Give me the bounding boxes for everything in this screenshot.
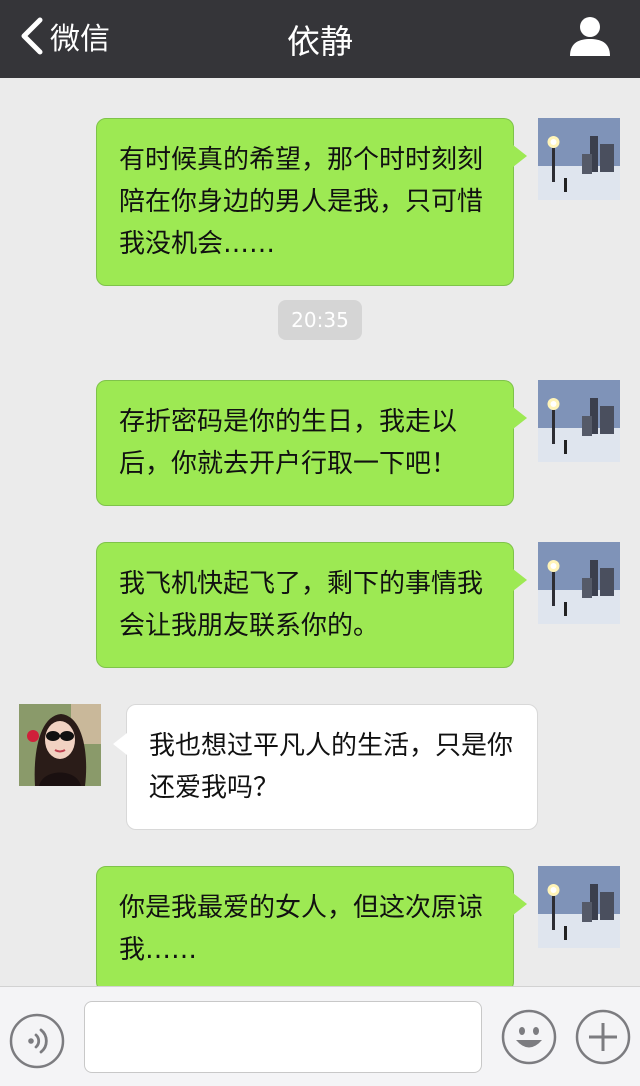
- message-bubble-sent[interactable]: 有时候真的希望，那个时时刻刻陪在你身边的男人是我，只可惜我没机会……: [96, 118, 527, 286]
- my-avatar[interactable]: [538, 380, 620, 462]
- my-avatar[interactable]: [538, 866, 620, 948]
- message-bubble-sent[interactable]: 我飞机快起飞了，剩下的事情我会让我朋友联系你的。: [96, 542, 527, 668]
- top-nav-bar: 微信 依静: [0, 0, 640, 78]
- profile-button[interactable]: [568, 14, 612, 58]
- emoji-icon: [501, 1009, 557, 1065]
- message-bubble-sent[interactable]: 存折密码是你的生日，我走以后，你就去开户行取一下吧！: [96, 380, 527, 506]
- plus-icon: [575, 1009, 631, 1065]
- emoji-button[interactable]: [501, 1009, 557, 1065]
- chat-title: 依静: [287, 22, 353, 61]
- voice-button[interactable]: [9, 1013, 65, 1069]
- my-avatar[interactable]: [538, 542, 620, 624]
- contact-avatar[interactable]: [19, 704, 101, 786]
- message-bubble-sent[interactable]: 你是我最爱的女人，但这次原谅我……: [96, 866, 527, 986]
- more-button[interactable]: [575, 1009, 631, 1065]
- message-bubble-received[interactable]: 我也想过平凡人的生活，只是你还爱我吗？: [113, 704, 538, 830]
- person-icon: [570, 17, 610, 56]
- chat-message-list[interactable]: 有时候真的希望，那个时时刻刻陪在你身边的男人是我，只可惜我没机会…… 20:35…: [0, 78, 640, 986]
- message-input[interactable]: [84, 1001, 482, 1073]
- time-divider: 20:35: [278, 300, 362, 340]
- my-avatar[interactable]: [538, 118, 620, 200]
- message-input-bar: [0, 986, 640, 1086]
- voice-icon: [9, 1013, 65, 1069]
